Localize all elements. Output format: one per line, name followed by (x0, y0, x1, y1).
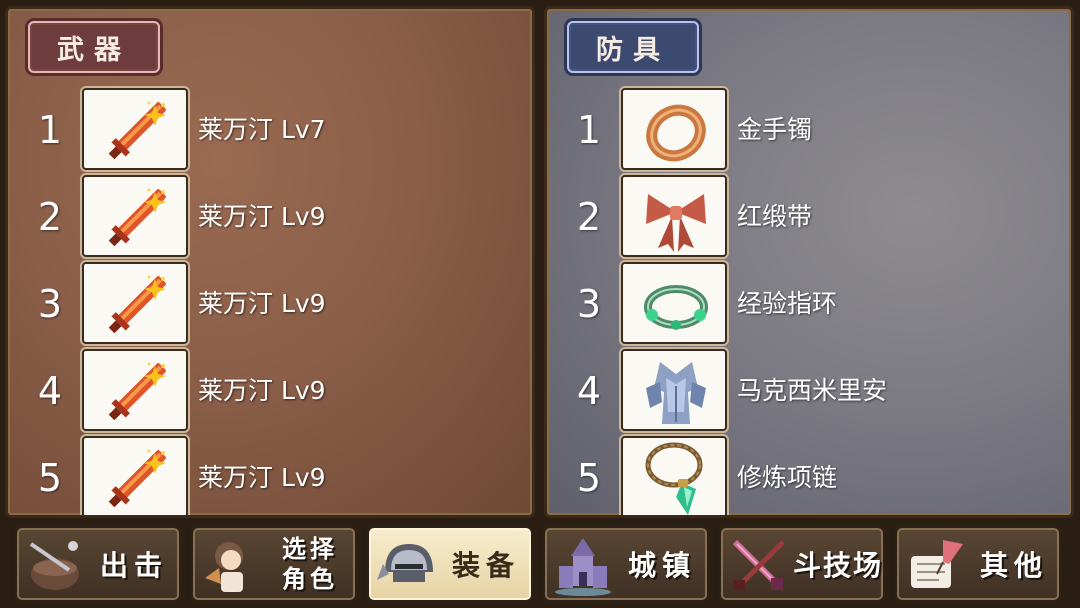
arena-label: 斗技场 (793, 549, 884, 582)
weapon-slot-2[interactable]: 2 莱万汀 Lv9 (8, 175, 532, 259)
weapons-tab-label: 武器 (28, 21, 160, 73)
weapon-name: 莱万汀 Lv9 (198, 376, 326, 405)
helmet-icon (377, 544, 433, 582)
slot-number: 2 (37, 195, 63, 239)
weapon-name: 莱万汀 Lv9 (198, 202, 326, 231)
equip-button[interactable]: 装备 (366, 525, 534, 603)
armor-name: 经验指环 (737, 289, 838, 318)
silver-armor-icon (621, 349, 727, 431)
armor-slot-4[interactable]: 4 马克西米里安 (547, 349, 1071, 433)
weapon-slot-3[interactable]: 3 莱万汀 Lv9 (8, 262, 532, 346)
slot-number: 1 (37, 108, 63, 152)
character-icon (205, 542, 243, 592)
weapon-slot-5[interactable]: 5 莱万汀 Lv9 (8, 436, 532, 515)
town-button[interactable]: 城镇 (542, 525, 710, 603)
bracelet-icon (621, 88, 727, 170)
armor-tab-label: 防具 (567, 21, 699, 73)
green-ring-icon (621, 262, 727, 344)
armor-name: 修炼项链 (737, 463, 838, 492)
slot-number: 4 (576, 369, 602, 413)
flame-sword-icon (82, 175, 188, 257)
flame-sword-icon (82, 436, 188, 515)
armor-slot-3[interactable]: 3 经验指环 (547, 262, 1071, 346)
weapons-panel: 武器 1 莱万汀 Lv7 2 莱万汀 Lv9 3 莱万汀 Lv9 4 莱万汀 L… (5, 6, 535, 518)
sortie-button[interactable]: 出击 (14, 525, 182, 603)
select-character-label-line2: 角色 (282, 565, 338, 593)
weapon-slot-4[interactable]: 4 莱万汀 Lv9 (8, 349, 532, 433)
sortie-label: 出击 (99, 549, 168, 582)
select-character-label: 选择 角色 (265, 528, 355, 600)
crossed-swords-icon (732, 539, 785, 590)
other-label: 其他 (979, 549, 1048, 582)
flame-sword-icon (82, 88, 188, 170)
select-character-label-line1: 选择 (282, 535, 338, 563)
slot-number: 1 (576, 108, 602, 152)
weapon-name: 莱万汀 Lv9 (198, 289, 326, 318)
slot-number: 2 (576, 195, 602, 239)
armor-name: 马克西米里安 (737, 376, 888, 405)
weapon-slot-1[interactable]: 1 莱万汀 Lv7 (8, 88, 532, 172)
armor-slot-5[interactable]: 5 修炼项链 (547, 436, 1071, 515)
slot-number: 4 (37, 369, 63, 413)
slot-number: 5 (37, 456, 63, 500)
scroll-quill-icon (911, 540, 963, 588)
slot-number: 3 (576, 282, 602, 326)
town-label: 城镇 (627, 549, 696, 582)
armor-panel: 防具 1 金手镯 2 红缎带 3 经验指环 4 马克西米里安 5 修炼项链 (544, 6, 1074, 518)
armor-name: 红缎带 (737, 202, 813, 231)
other-button[interactable]: 其他 (894, 525, 1062, 603)
weapon-name: 莱万汀 Lv7 (198, 115, 326, 144)
flame-sword-icon (82, 349, 188, 431)
armor-slot-1[interactable]: 1 金手镯 (547, 88, 1071, 172)
slot-number: 3 (37, 282, 63, 326)
select-character-button[interactable]: 选择 角色 (190, 525, 358, 603)
equip-label: 装备 (451, 549, 520, 582)
armor-slot-2[interactable]: 2 红缎带 (547, 175, 1071, 259)
bottom-nav-bar: 出击 选择 角色 装备 城镇 斗技场 其他 (0, 520, 1080, 608)
pot-icon (29, 541, 79, 590)
red-ribbon-icon (621, 175, 727, 257)
flame-sword-icon (82, 262, 188, 344)
pendant-necklace-icon (621, 436, 727, 515)
slot-number: 5 (576, 456, 602, 500)
armor-name: 金手镯 (737, 115, 813, 144)
castle-icon (555, 538, 611, 596)
weapon-name: 莱万汀 Lv9 (198, 463, 326, 492)
arena-button[interactable]: 斗技场 (718, 525, 886, 603)
